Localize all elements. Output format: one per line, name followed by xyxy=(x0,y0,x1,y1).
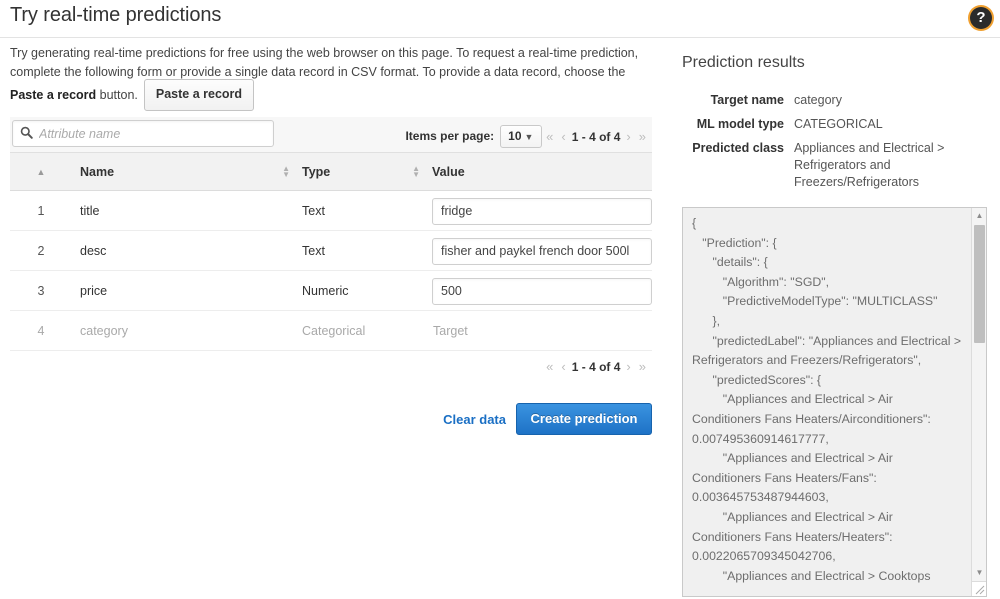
create-prediction-button[interactable]: Create prediction xyxy=(516,403,652,435)
row-value-cell xyxy=(432,271,652,311)
row-value-cell xyxy=(432,231,652,271)
row-attribute-type: Text xyxy=(302,243,325,258)
sort-icon-type[interactable]: ▲ ▼ xyxy=(412,153,420,191)
search-input[interactable] xyxy=(37,121,269,146)
items-per-page-label: Items per page: xyxy=(405,128,495,143)
column-header-type-label: Type xyxy=(302,164,331,179)
try-real-time-predictions-page: Try real-time predictions ? Try generati… xyxy=(0,0,1000,599)
first-page-button[interactable]: « xyxy=(542,129,557,144)
row-attribute-type: Numeric xyxy=(302,283,349,298)
row-index: 4 xyxy=(37,323,45,338)
table-toolbar: Items per page:10▼«‹1 - 4 of 4›» xyxy=(10,117,652,153)
meta-label-ml-model-type: ML model type xyxy=(696,117,784,131)
table-header-row: ▲ Name ▲ ▼ Type ▲ ▼ Value xyxy=(10,153,652,191)
column-header-type[interactable]: Type ▲ ▼ xyxy=(302,153,432,191)
prediction-results-title: Prediction results xyxy=(682,54,805,71)
resize-grip-icon[interactable] xyxy=(971,581,986,596)
items-per-page-select[interactable]: 10 ▼ xyxy=(500,125,543,148)
table-row: 3 price Numeric xyxy=(10,271,652,311)
json-scrollbar[interactable]: ▲ ▼ xyxy=(971,208,986,596)
row-target-label: Target xyxy=(433,323,468,338)
row-index: 3 xyxy=(37,283,45,298)
value-input-desc[interactable] xyxy=(432,237,652,265)
table-row: 2 desc Text xyxy=(10,231,652,271)
scrollbar-thumb[interactable] xyxy=(974,225,985,343)
meta-value-target-name: category xyxy=(794,93,842,107)
question-mark-circle-icon[interactable]: ? xyxy=(970,7,992,29)
row-attribute-type: Text xyxy=(302,203,325,218)
meta-label-target-name: Target name xyxy=(710,93,784,107)
meta-label-predicted-class: Predicted class xyxy=(692,141,784,155)
row-attribute-name: category xyxy=(80,323,128,338)
prediction-json-box[interactable]: { "Prediction": { "details": { "Algorith… xyxy=(682,207,987,597)
first-page-button-bottom[interactable]: « xyxy=(542,359,557,374)
paste-a-record-button[interactable]: Paste a record xyxy=(143,79,255,111)
intro-paragraph: Try generating real-time predictions for… xyxy=(10,44,650,111)
intro-text-part1: Try generating real-time predictions for… xyxy=(10,46,639,79)
row-value-cell xyxy=(432,191,652,231)
form-actions: Clear data Create prediction xyxy=(10,403,652,437)
table-footer: «‹ 1 - 4 of 4 ›» xyxy=(10,351,652,385)
page-range-label: 1 - 4 of 4 xyxy=(571,129,621,144)
next-page-button[interactable]: › xyxy=(622,129,634,144)
column-header-name[interactable]: Name ▲ ▼ xyxy=(72,153,302,191)
scroll-up-icon[interactable]: ▲ xyxy=(972,208,986,223)
row-attribute-name: desc xyxy=(80,243,107,258)
next-page-button-bottom[interactable]: › xyxy=(622,359,634,374)
last-page-button-bottom[interactable]: » xyxy=(635,359,650,374)
page-range-label-bottom: 1 - 4 of 4 xyxy=(571,359,621,374)
chevron-down-icon: ▼ xyxy=(524,132,534,142)
attributes-table-panel: Items per page:10▼«‹1 - 4 of 4›» ▲ Name … xyxy=(10,117,652,385)
meta-row-predicted-class: Predicted class Appliances and Electrica… xyxy=(668,140,1000,191)
search-box[interactable] xyxy=(12,120,274,147)
prev-page-button[interactable]: ‹ xyxy=(557,129,569,144)
items-per-page-value: 10 xyxy=(508,129,522,143)
meta-value-ml-model-type: CATEGORICAL xyxy=(794,117,883,131)
last-page-button[interactable]: » xyxy=(635,129,650,144)
page-title: Try real-time predictions xyxy=(10,4,222,26)
prediction-json-output: { "Prediction": { "details": { "Algorith… xyxy=(692,216,962,583)
row-index: 2 xyxy=(37,243,45,258)
value-input-price[interactable] xyxy=(432,277,652,305)
caret-up-icon: ▲ xyxy=(36,166,46,177)
table-row: 4 category Categorical Target xyxy=(10,311,652,351)
prev-page-button-bottom[interactable]: ‹ xyxy=(557,359,569,374)
meta-row-target-name: Target name category xyxy=(668,92,1000,109)
meta-value-predicted-class: Appliances and Electrical > Refrigerator… xyxy=(794,141,945,189)
column-header-index[interactable]: ▲ xyxy=(10,153,72,191)
row-attribute-name: title xyxy=(80,203,100,218)
pagination-bottom: «‹ 1 - 4 of 4 ›» xyxy=(542,359,650,374)
row-attribute-name: price xyxy=(80,283,108,298)
prediction-metadata: Target name category ML model type CATEG… xyxy=(668,92,1000,198)
column-header-value-label: Value xyxy=(432,164,465,179)
scroll-down-icon[interactable]: ▼ xyxy=(972,565,986,580)
intro-text-part2: button. xyxy=(96,88,138,103)
row-attribute-type: Categorical xyxy=(302,323,366,338)
sort-icon-name[interactable]: ▲ ▼ xyxy=(282,153,290,191)
page-header: Try real-time predictions ? xyxy=(0,0,1000,38)
meta-row-ml-model-type: ML model type CATEGORICAL xyxy=(668,116,1000,133)
clear-data-link[interactable]: Clear data xyxy=(443,412,506,427)
column-header-value: Value xyxy=(432,153,652,191)
pagination-top: Items per page: 10 ▼ «‹ 1 - 4 of 4 ›» xyxy=(405,125,650,148)
column-header-name-label: Name xyxy=(80,164,115,179)
row-index: 1 xyxy=(37,203,45,218)
intro-bold-phrase: Paste a record xyxy=(10,88,97,103)
value-input-title[interactable] xyxy=(432,197,652,225)
prediction-results-panel: Prediction results Target name category … xyxy=(668,44,1000,599)
table-row: 1 title Text xyxy=(10,191,652,231)
search-icon xyxy=(20,126,33,139)
